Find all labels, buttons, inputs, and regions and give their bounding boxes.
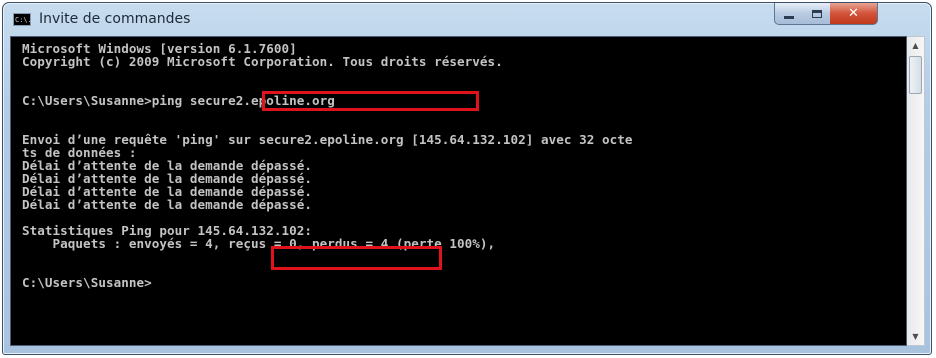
minimize-button[interactable] bbox=[774, 3, 804, 25]
highlight-box-hostname bbox=[262, 91, 479, 111]
cmd-window: C:\. Invite de commandes ✕ Microsoft Win… bbox=[2, 2, 932, 355]
highlight-box-ip bbox=[271, 246, 442, 270]
close-icon: ✕ bbox=[848, 6, 859, 21]
console-line: Délai d’attente de la demande dépassé. bbox=[22, 197, 313, 212]
console-line: Copyright (c) 2009 Microsoft Corporation… bbox=[22, 54, 503, 69]
scrollbar-thumb[interactable] bbox=[909, 56, 922, 94]
scroll-up-icon[interactable]: ▲ bbox=[907, 37, 924, 54]
close-button[interactable]: ✕ bbox=[830, 3, 878, 25]
title-bar[interactable]: C:\. Invite de commandes ✕ bbox=[3, 3, 931, 37]
maximize-button[interactable] bbox=[803, 3, 831, 25]
cmd-icon[interactable]: C:\. bbox=[13, 13, 32, 26]
minimize-icon bbox=[784, 16, 794, 19]
maximize-icon bbox=[811, 9, 822, 18]
window-title: Invite de commandes bbox=[39, 11, 191, 27]
scroll-down-icon[interactable]: ▼ bbox=[907, 328, 924, 345]
vertical-scrollbar[interactable]: ▲ ▼ bbox=[907, 36, 925, 346]
console-line: C:\Users\Susanne> bbox=[22, 275, 152, 290]
console-output[interactable]: Microsoft Windows [version 6.1.7600] Cop… bbox=[10, 36, 907, 346]
